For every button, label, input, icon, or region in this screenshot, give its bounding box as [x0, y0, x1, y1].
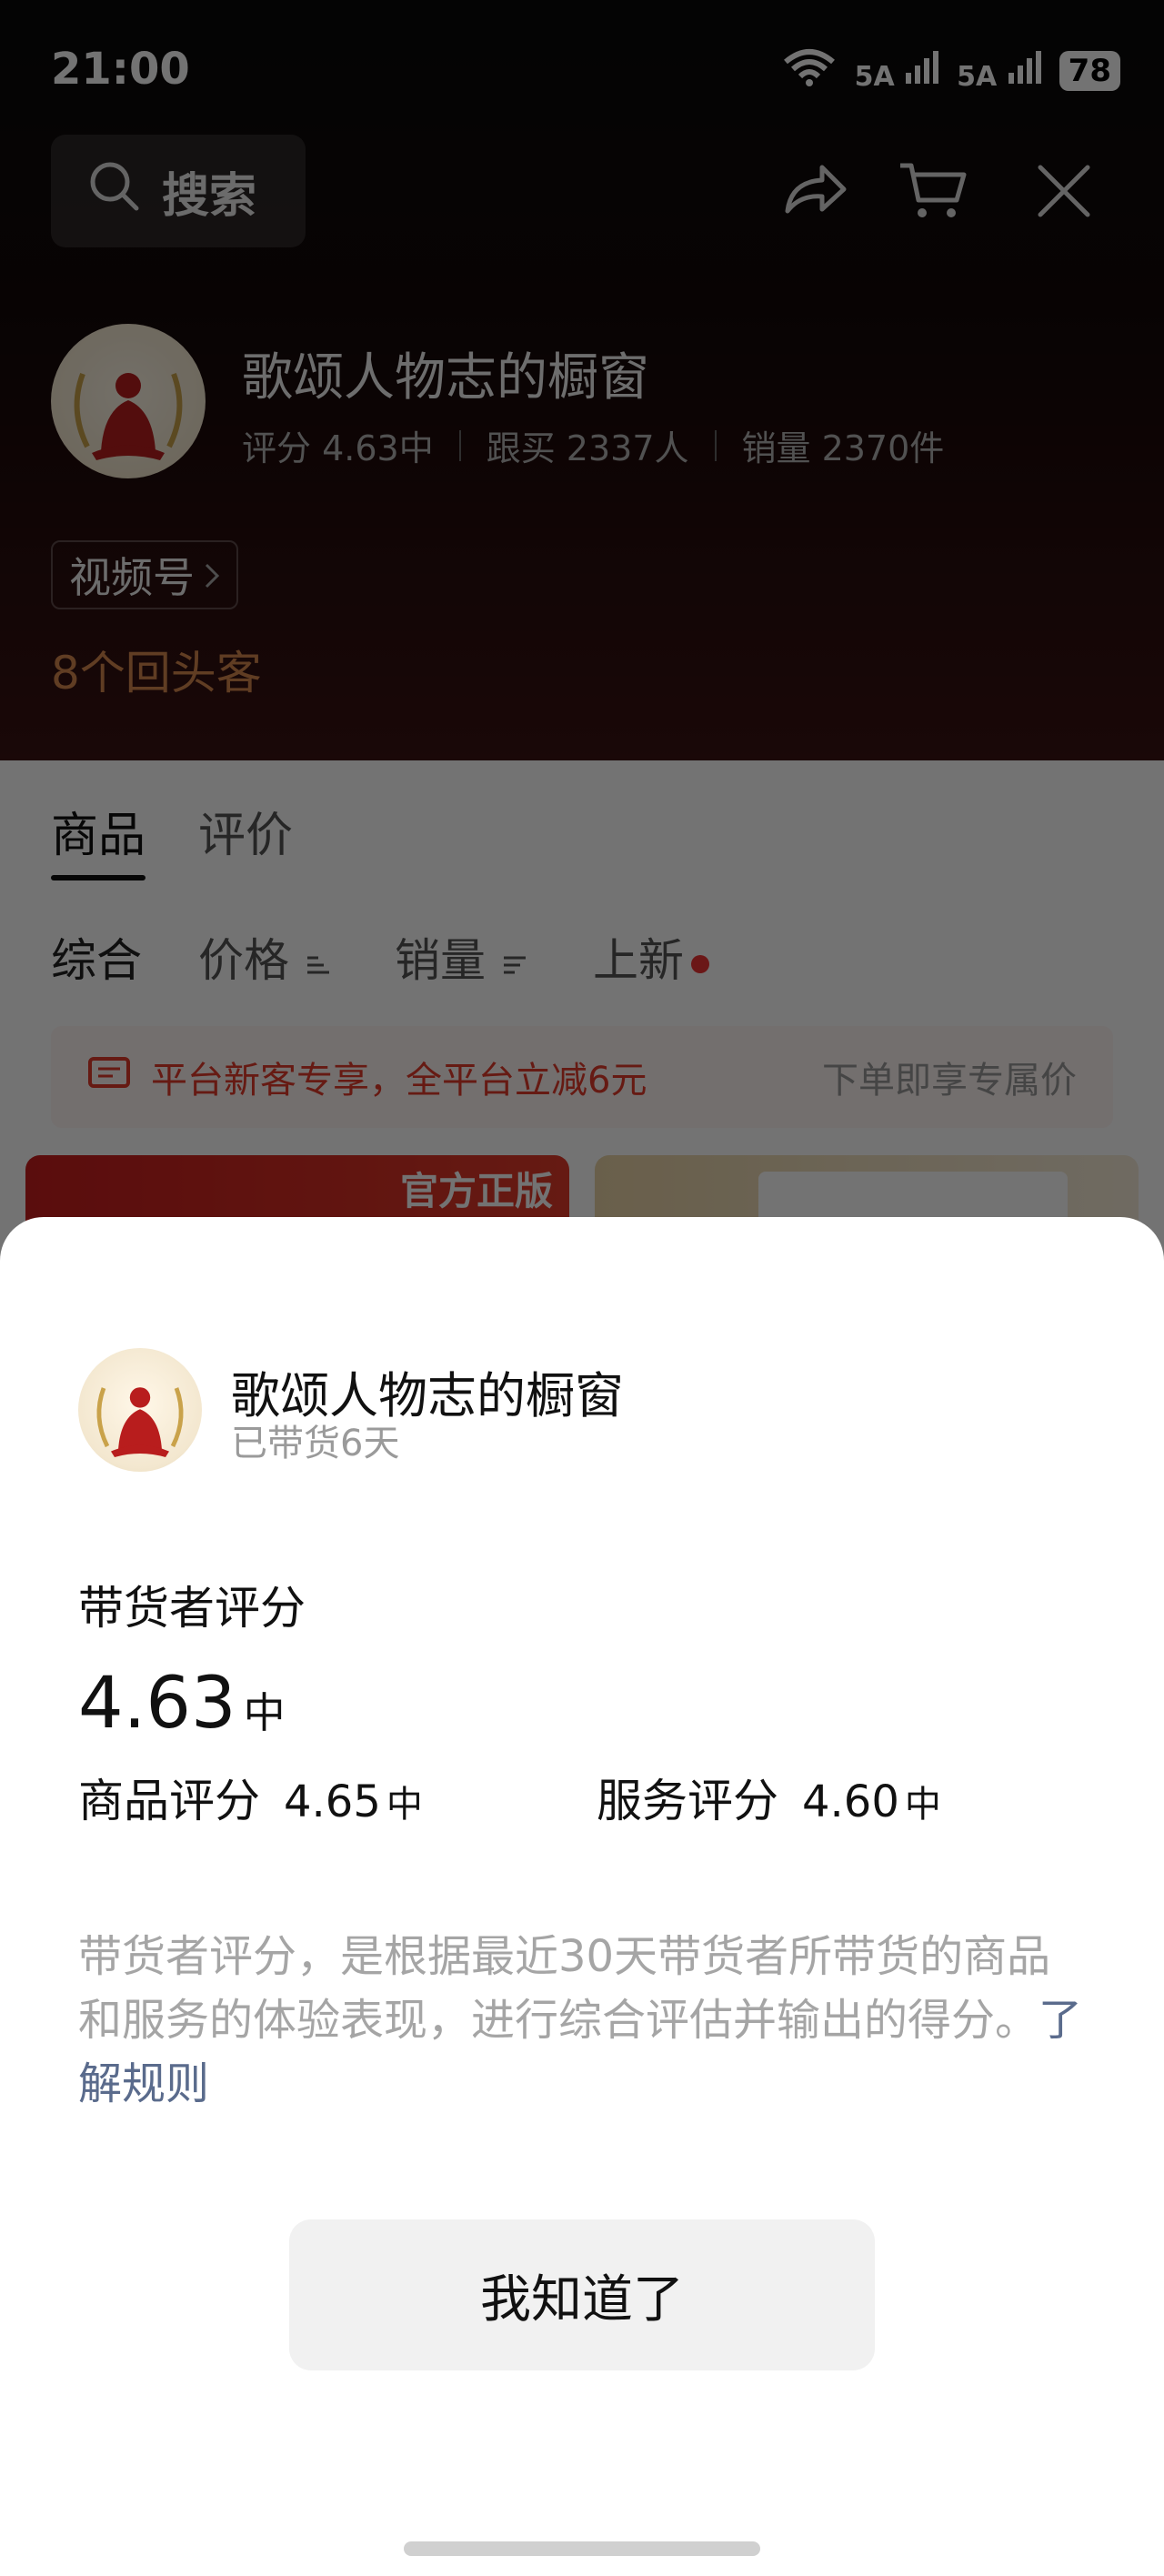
status-icons: 5A 5A 78 [780, 47, 1120, 95]
divider [714, 429, 717, 461]
filter-overall[interactable]: 综合 [51, 924, 142, 990]
signal-icon-1: 5A [855, 49, 941, 93]
service-rating-level: 中 [904, 1784, 941, 1826]
store-followers: 跟买 2337人 [486, 428, 689, 468]
service-rating: 服务评分 4.60 中 [597, 1765, 941, 1830]
search-icon [87, 159, 140, 224]
promo-banner[interactable]: 平台新客专享，全平台立减6元 下单即享专属价 [51, 1026, 1113, 1128]
channel-label: 视频号 [69, 553, 195, 602]
battery-indicator: 78 [1059, 51, 1120, 91]
cart-icon[interactable] [897, 155, 969, 227]
promo-subtext: 下单即享专属价 [822, 1060, 1077, 1102]
signal-icon-2: 5A [957, 49, 1043, 93]
store-stats: 评分 4.63中 跟买 2337人 销量 2370件 [242, 420, 944, 470]
divider [458, 429, 461, 461]
store-rating[interactable]: 评分 4.63中 [242, 420, 434, 470]
promo-text: 平台新客专享，全平台立减6元 [151, 1060, 647, 1102]
product-rating-label: 商品评分 [78, 1775, 260, 1827]
rating-description-text: 带货者评分，是根据最近30天带货者所带货的商品和服务的体验表现，进行综合评估并输… [78, 1931, 1051, 2046]
product-rating: 商品评分 4.65 中 [78, 1765, 423, 1830]
coupon-icon [87, 1054, 131, 1100]
chevron-right-icon [204, 550, 220, 599]
close-icon[interactable] [1028, 155, 1100, 227]
home-indicator[interactable] [404, 2541, 760, 2556]
service-rating-value: 4.60 [802, 1776, 899, 1827]
product-rating-level: 中 [386, 1784, 423, 1826]
filter-price[interactable]: 价格 [198, 924, 331, 990]
overall-score: 4.63 中 [78, 1663, 286, 1745]
store-avatar[interactable] [51, 324, 206, 478]
store-sales: 销量 2370件 [741, 428, 945, 468]
search-button[interactable]: 搜索 [51, 135, 306, 247]
sheet-store-avatar [78, 1348, 202, 1472]
status-time: 21:00 [51, 44, 190, 95]
share-icon[interactable] [778, 155, 851, 227]
filter-new[interactable]: 上新 [593, 924, 709, 990]
filter-sales[interactable]: 销量 [395, 924, 527, 990]
sort-icon [306, 956, 329, 973]
rating-section-title: 带货者评分 [78, 1582, 306, 1635]
sheet-selling-days: 已带货6天 [231, 1423, 400, 1464]
search-label: 搜索 [162, 168, 257, 224]
confirm-button[interactable]: 我知道了 [289, 2219, 875, 2370]
product-rating-value: 4.65 [284, 1776, 381, 1827]
wifi-icon [780, 47, 838, 95]
tab-products[interactable]: 商品 [51, 797, 146, 865]
product-badge: 官方正版 [399, 1169, 553, 1213]
repeat-customers: 8个回头客 [51, 647, 262, 699]
rating-description: 带货者评分，是根据最近30天带货者所带货的商品和服务的体验表现，进行综合评估并输… [78, 1925, 1088, 2116]
new-dot-badge [691, 954, 709, 973]
sort-icon [503, 956, 526, 973]
tab-indicator [51, 875, 146, 880]
tab-reviews[interactable]: 评价 [198, 797, 293, 865]
channel-tag[interactable]: 视频号 [51, 540, 238, 609]
service-rating-label: 服务评分 [597, 1775, 778, 1827]
store-name: 歌颂人物志的橱窗 [242, 348, 649, 408]
overall-score-level: 中 [243, 1688, 286, 1737]
overall-score-value: 4.63 [78, 1663, 236, 1745]
